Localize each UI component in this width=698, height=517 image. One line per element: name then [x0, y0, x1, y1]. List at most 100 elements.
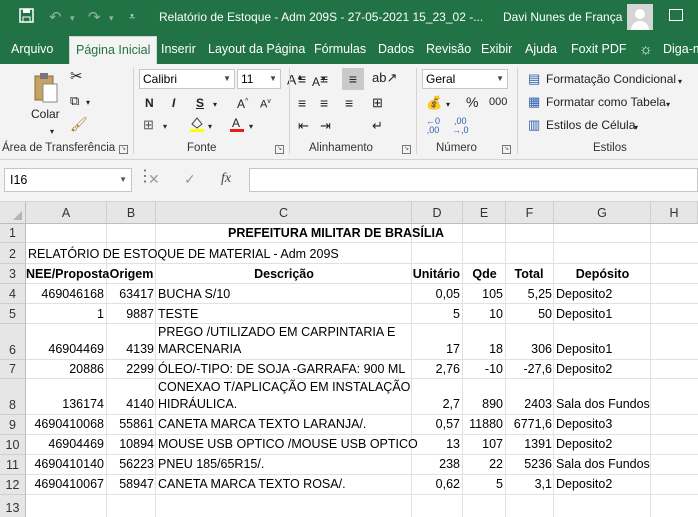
column-header-f[interactable]: F — [506, 202, 554, 224]
row-header-5[interactable]: 5 — [0, 304, 26, 324]
increase-indent-icon[interactable]: ⇥ — [320, 118, 331, 134]
ribbon-display-options-icon[interactable] — [669, 9, 683, 21]
cell-nee[interactable]: 1 — [26, 307, 104, 322]
decrease-indent-icon[interactable]: ⇤ — [298, 118, 309, 134]
fill-color-dropdown-icon[interactable]: ▾ — [208, 119, 212, 135]
cancel-icon[interactable]: ✕ — [148, 171, 160, 188]
tab-ajuda[interactable]: Ajuda — [525, 35, 557, 64]
customize-qat-icon[interactable]: ⩡ — [129, 11, 135, 24]
cell-deposito[interactable]: Deposito1 — [556, 342, 612, 357]
user-name[interactable]: Davi Nunes de França — [503, 10, 622, 24]
cell-total[interactable]: 50 — [506, 307, 552, 322]
font-size-select[interactable]: 11 ▼ — [237, 69, 281, 89]
cell-descricao[interactable]: ÓLEO/-TIPO: DE SOJA -GARRAFA: 900 ML — [158, 362, 405, 377]
column-header-d[interactable]: D — [412, 202, 463, 224]
cell-unitario[interactable]: 2,76 — [412, 362, 460, 377]
conditional-formatting-dropdown-icon[interactable]: ▾ — [678, 74, 682, 90]
row-header-7[interactable]: 7 — [0, 360, 26, 379]
paste-dropdown-icon[interactable]: ▾ — [50, 124, 54, 140]
cell-unitario[interactable]: 13 — [412, 437, 460, 452]
cell-nee[interactable]: 4690410140 — [26, 457, 104, 472]
row-header-12[interactable]: 12 — [0, 475, 26, 495]
format-painter-icon[interactable]: 🖌 — [70, 116, 88, 132]
align-top-icon[interactable]: ≡ — [298, 71, 306, 87]
formula-input[interactable] — [249, 168, 698, 192]
underline-dropdown-icon[interactable]: ▾ — [213, 97, 217, 113]
cell-nee[interactable]: 4690410067 — [26, 477, 104, 492]
row-header-6[interactable]: 6 — [0, 324, 26, 360]
decrease-font-size-icon[interactable]: Av — [260, 94, 271, 113]
format-as-table-icon[interactable]: ▦ — [528, 94, 540, 110]
cell-origem[interactable]: 63417 — [107, 287, 154, 302]
font-color-icon[interactable]: A — [229, 115, 245, 137]
cell-qde[interactable]: 5 — [463, 477, 503, 492]
cell-origem[interactable]: 10894 — [107, 437, 154, 452]
tell-me-search[interactable]: Diga-m — [663, 35, 698, 64]
cell-qde[interactable]: 22 — [463, 457, 503, 472]
tab-formulas[interactable]: Fórmulas — [314, 35, 366, 64]
align-bottom-icon[interactable]: ≡ — [342, 68, 364, 90]
cell-descricao[interactable]: CANETA MARCA TEXTO ROSA/. — [158, 477, 346, 492]
tab-foxit-pdf[interactable]: Foxit PDF — [571, 35, 627, 64]
borders-icon[interactable]: ⊞ — [143, 117, 154, 133]
cell-descricao[interactable]: CONEXAO T/APLICAÇÃO EM INSTALAÇÃO — [158, 380, 410, 395]
tab-inserir[interactable]: Inserir — [161, 35, 196, 64]
redo-dropdown-icon[interactable]: ▾ — [109, 13, 114, 24]
cell-deposito[interactable]: Deposito2 — [556, 362, 612, 377]
cell-descricao[interactable]: BUCHA S/10 — [158, 287, 230, 302]
orientation-icon[interactable]: ab↗ — [372, 70, 397, 86]
cell-descricao[interactable]: CANETA MARCA TEXTO LARANJA/. — [158, 417, 366, 432]
increase-font-size-icon[interactable]: A^ — [237, 94, 248, 112]
cell-qde[interactable]: 18 — [463, 342, 503, 357]
cell-origem[interactable]: 2299 — [107, 362, 154, 377]
tab-exibir[interactable]: Exibir — [481, 35, 512, 64]
conditional-formatting-button[interactable]: Formatação Condicional — [546, 72, 676, 86]
cell-total[interactable]: -27,6 — [506, 362, 553, 377]
column-header-g[interactable]: G — [554, 202, 651, 224]
font-color-dropdown-icon[interactable]: ▾ — [249, 119, 253, 135]
currency-icon[interactable]: 💰 — [426, 95, 442, 111]
alignment-launcher-icon[interactable]: ↘ — [402, 145, 411, 154]
cell-nee[interactable]: 4690410068 — [26, 417, 104, 432]
row-header-9[interactable]: 9 — [0, 415, 26, 435]
column-header-a[interactable]: A — [26, 202, 107, 224]
currency-dropdown-icon[interactable]: ▾ — [446, 97, 450, 113]
row-header-4[interactable]: 4 — [0, 284, 26, 304]
row-header-11[interactable]: 11 — [0, 455, 26, 475]
cell-qde[interactable]: 107 — [463, 437, 503, 452]
decrease-decimal-icon[interactable]: ,00 →,0 — [452, 117, 469, 135]
redo-icon[interactable]: ↷ — [88, 8, 101, 26]
cell-unitario[interactable]: 5 — [412, 307, 460, 322]
percent-icon[interactable]: % — [466, 94, 478, 110]
cell-unitario[interactable]: 0,05 — [412, 287, 460, 302]
row-header-13[interactable]: 13 — [0, 495, 26, 517]
cell-unitario[interactable]: 238 — [412, 457, 460, 472]
cell-total[interactable]: 6771,6 — [506, 417, 552, 432]
bold-button[interactable]: N — [145, 95, 154, 111]
cell-deposito[interactable]: Deposito2 — [556, 287, 612, 302]
row-header-3[interactable]: 3 — [0, 264, 26, 284]
tab-revisao[interactable]: Revisão — [426, 35, 471, 64]
tab-dados[interactable]: Dados — [378, 35, 414, 64]
column-header-c[interactable]: C — [156, 202, 412, 224]
row-header-1[interactable]: 1 — [0, 224, 26, 243]
cell-origem[interactable]: 55861 — [107, 417, 154, 432]
comma-style-icon[interactable]: 000 — [489, 94, 507, 110]
cell-descricao[interactable]: TESTE — [158, 307, 198, 322]
number-format-select[interactable]: Geral ▼ — [422, 69, 508, 89]
cell-qde[interactable]: 10 — [463, 307, 503, 322]
paste-icon[interactable] — [33, 72, 59, 107]
fill-color-icon[interactable] — [189, 115, 205, 137]
cell-total[interactable]: 5,25 — [506, 287, 552, 302]
cut-icon[interactable]: ✂ — [70, 69, 83, 85]
cell-deposito[interactable]: Deposito2 — [556, 477, 612, 492]
select-all-button[interactable] — [0, 202, 26, 224]
cell-styles-button[interactable]: Estilos de Célula — [546, 118, 635, 132]
cell-unitario[interactable]: 0,62 — [412, 477, 460, 492]
cell-deposito[interactable]: Deposito1 — [556, 307, 612, 322]
tab-arquivo[interactable]: Arquivo — [11, 35, 53, 64]
row-header-8[interactable]: 8 — [0, 379, 26, 415]
cell-deposito[interactable]: Sala dos Fundos — [556, 457, 650, 472]
cell-unitario[interactable]: 0,57 — [412, 417, 460, 432]
undo-icon[interactable]: ↶ — [49, 8, 62, 26]
